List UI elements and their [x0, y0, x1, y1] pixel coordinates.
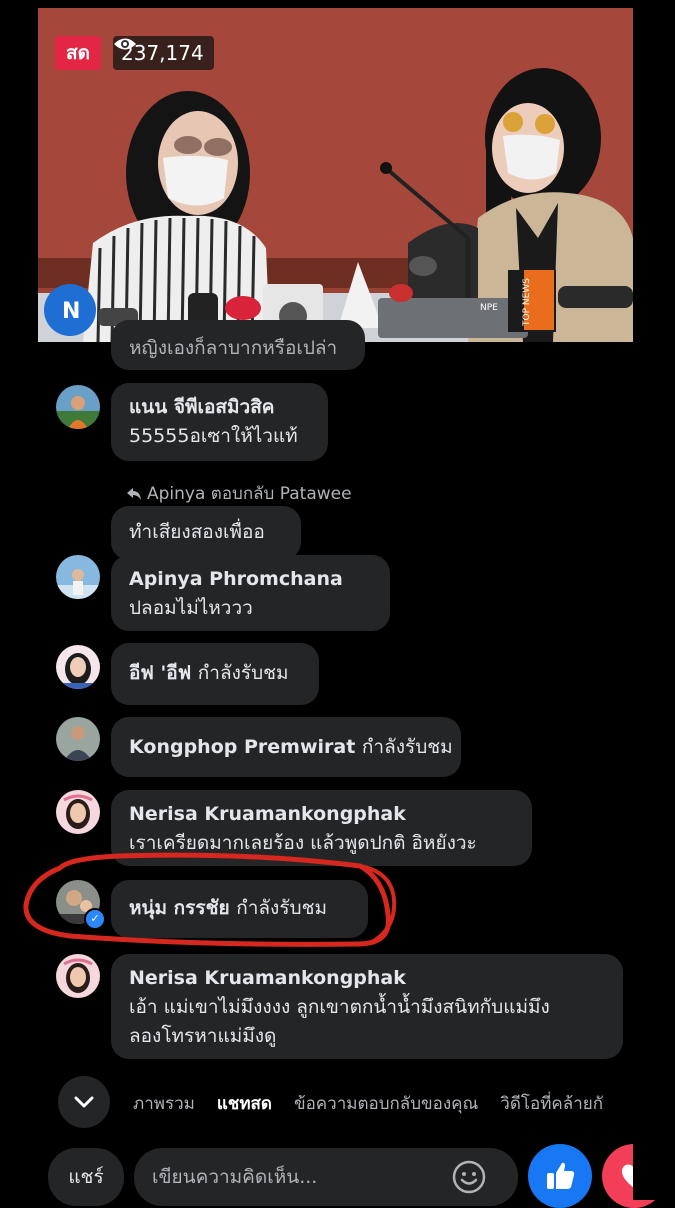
avatar[interactable]	[56, 954, 100, 998]
comment-text: ทำเสียงสองเพื่ออ	[129, 521, 265, 543]
like-reaction-button[interactable]	[528, 1144, 592, 1208]
comment-author[interactable]: Nerisa Kruamankongphak	[129, 964, 605, 993]
comment-joined-line: Kongphop Premwirat กำลังรับชม	[129, 733, 453, 762]
comment-bubble[interactable]: อีฟ 'อีฟ กำลังรับชม	[111, 643, 319, 705]
comment-bubble[interactable]: หนุ่ม กรรชัย กำลังรับชม	[111, 880, 368, 938]
screen-edge	[633, 1100, 675, 1200]
comment-author[interactable]: อีฟ 'อีฟ	[129, 662, 191, 684]
comment-input[interactable]: เขียนความคิดเห็น...	[134, 1148, 518, 1206]
comment-bubble[interactable]: Nerisa Kruamankongphak เราเครียดมากเลยร้…	[111, 790, 532, 866]
avatar[interactable]	[56, 790, 100, 834]
tab-your-replies[interactable]: ข้อความตอบกลับของคุณ	[294, 1090, 478, 1117]
emoji-icon[interactable]	[452, 1160, 486, 1194]
user-photo-icon	[56, 790, 100, 834]
comment-bubble[interactable]: ทำเสียงสองเพื่ออ	[111, 506, 301, 560]
comment-text: หญิงเองก็ลาบากหรือเปล่า	[129, 337, 338, 359]
tab-similar-videos[interactable]: วิดีโอที่คล้ายกั	[500, 1090, 603, 1117]
eye-icon	[114, 38, 136, 50]
watching-status: กำลังรับชม	[361, 736, 453, 758]
thumbs-up-icon	[547, 1162, 575, 1189]
user-photo-icon	[56, 645, 100, 689]
user-photo-icon	[56, 555, 100, 599]
avatar[interactable]	[56, 385, 100, 429]
comment-text: 55555อเซาให้ไวแท้	[129, 425, 298, 447]
comment-joined-line: อีฟ 'อีฟ กำลังรับชม	[129, 659, 301, 688]
collapse-button[interactable]	[58, 1076, 110, 1128]
mic-label-npe: NPE	[480, 303, 498, 313]
user-photo-icon	[56, 385, 100, 429]
comment-input-placeholder: เขียนความคิดเห็น...	[152, 1166, 318, 1188]
comment-text: เราเครียดมากเลยร้อง แล้วพูดปกติ อิหยังวะ	[129, 832, 477, 854]
comment-joined-line: หนุ่ม กรรชัย กำลังรับชม	[129, 894, 350, 923]
share-button[interactable]: แชร์	[48, 1148, 124, 1206]
comment-bubble[interactable]: แนน จีพีเอสมิวสิค 55555อเซาให้ไวแท้	[111, 383, 328, 461]
comment-bubble[interactable]: Apinya Phromchana ปลอมไม่ไหววว	[111, 555, 390, 631]
comment-text: ปลอมไม่ไหววว	[129, 597, 253, 619]
user-photo-icon	[56, 954, 100, 998]
live-tabs: ภาพรวม แชทสด ข้อความตอบกลับของคุณ วิดีโอ…	[133, 1090, 633, 1117]
comment-author[interactable]: หนุ่ม กรรชัย	[129, 897, 230, 919]
live-badge: สด	[55, 36, 101, 70]
tab-live-chat[interactable]: แชทสด	[217, 1090, 272, 1117]
svg-text:N: N	[62, 299, 80, 324]
tab-overview[interactable]: ภาพรวม	[133, 1090, 195, 1117]
chevron-down-icon	[74, 1096, 94, 1108]
verified-badge-icon: ✓	[84, 908, 106, 930]
comment-author[interactable]: แนน จีพีเอสมิวสิค	[129, 393, 310, 422]
reply-arrow-icon	[127, 487, 141, 500]
reply-indicator-text: Apinya ตอบกลับ Patawee	[147, 484, 352, 504]
comment-text-line: ลองโทรหาแม่มึงดู	[129, 1025, 277, 1047]
comment-bubble[interactable]: Kongphop Premwirat กำลังรับชม	[111, 717, 461, 777]
comment-author[interactable]: Kongphop Premwirat	[129, 736, 355, 758]
comment-author[interactable]: Nerisa Kruamankongphak	[129, 800, 514, 829]
user-photo-icon	[56, 717, 100, 761]
comment-author[interactable]: Apinya Phromchana	[129, 565, 372, 594]
avatar[interactable]	[56, 717, 100, 761]
comment-text-line: เอ้า แม่เขาไม่มึงงงง ลูกเขาตกน้ำน้ำมึงสน…	[129, 996, 550, 1018]
reply-indicator: Apinya ตอบกลับ Patawee	[127, 480, 352, 507]
comment-bubble: หญิงเองก็ลาบากหรือเปล่า	[111, 320, 365, 370]
avatar[interactable]	[56, 645, 100, 689]
viewer-count-badge: 237,174	[113, 36, 214, 70]
live-video-player[interactable]: N TOP NEWS NPE สด 237,174	[38, 8, 633, 342]
comment-bubble[interactable]: Nerisa Kruamankongphak เอ้า แม่เขาไม่มึง…	[111, 954, 623, 1059]
mic-label-top-news: TOP NEWS	[522, 278, 532, 327]
avatar[interactable]	[56, 555, 100, 599]
watching-status: กำลังรับชม	[197, 662, 289, 684]
watching-status: กำลังรับชม	[236, 897, 328, 919]
